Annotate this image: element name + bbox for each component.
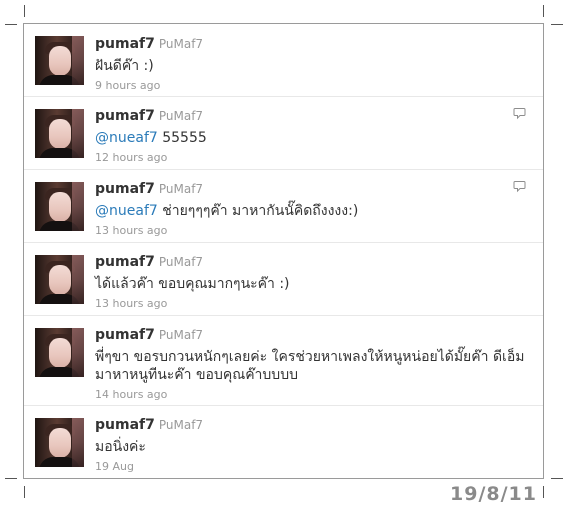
tweet-text-body: ช่ายๆๆๆค๊า มาหากันนั๊คิดถึงงงง:) <box>157 203 359 219</box>
full-name: PuMaf7 <box>158 37 204 51</box>
tweet-text: ได้แล้วค๊า ขอบคุณมากๆนะค๊า :) <box>95 275 531 293</box>
crop-mark <box>551 24 563 25</box>
timestamp-link[interactable]: 19 Aug <box>95 460 531 473</box>
mention-link[interactable]: @nueaf7 <box>95 130 158 146</box>
timestamp-link[interactable]: 12 hours ago <box>95 151 531 164</box>
crop-mark <box>24 5 25 17</box>
tweet-text-body: พี่ๆขา ขอรบกวนหนักๆเลยค่ะ ใครช่วยหาเพลงใ… <box>95 349 525 383</box>
avatar[interactable] <box>35 36 84 85</box>
crop-mark <box>543 486 544 498</box>
full-name: PuMaf7 <box>158 328 204 342</box>
timestamp-link[interactable]: 13 hours ago <box>95 224 531 237</box>
tweet-text: @nueaf7 55555 <box>95 129 531 147</box>
screen-name-link[interactable]: pumaf7 <box>95 36 155 52</box>
tweet-text-body: มอนิ่งค่ะ <box>95 439 146 455</box>
crop-mark <box>5 478 17 479</box>
date-stamp: 19/8/11 <box>450 483 537 505</box>
full-name: PuMaf7 <box>158 418 204 432</box>
tweet-text-body: ฝันดีค๊า :) <box>95 58 154 74</box>
tweet-item[interactable]: pumaf7 PuMaf7 @nueaf7 55555 12 hours ago <box>24 96 543 170</box>
avatar[interactable] <box>35 328 84 377</box>
tweet-text: พี่ๆขา ขอรบกวนหนักๆเลยค่ะ ใครช่วยหาเพลงใ… <box>95 348 531 384</box>
crop-mark <box>551 478 563 479</box>
tweet-header: pumaf7 PuMaf7 <box>95 417 531 434</box>
tweet-item[interactable]: pumaf7 PuMaf7 ได้แล้วค๊า ขอบคุณมากๆนะค๊า … <box>24 242 543 316</box>
tweet-header: pumaf7 PuMaf7 <box>95 108 531 125</box>
tweet-item[interactable]: pumaf7 PuMaf7 @nueaf7 ช่ายๆๆๆค๊า มาหากันน… <box>24 169 543 243</box>
full-name: PuMaf7 <box>158 182 204 196</box>
tweet-header: pumaf7 PuMaf7 <box>95 36 531 53</box>
avatar[interactable] <box>35 109 84 158</box>
screen-name-link[interactable]: pumaf7 <box>95 108 155 124</box>
tweet-text: ฝันดีค๊า :) <box>95 57 531 75</box>
tweet-header: pumaf7 PuMaf7 <box>95 327 531 344</box>
tweet-text: มอนิ่งค่ะ <box>95 438 531 456</box>
mention-link[interactable]: @nueaf7 <box>95 203 158 219</box>
crop-mark <box>543 5 544 17</box>
screenshot-stage: pumaf7 PuMaf7 ฝันดีค๊า :) 9 hours ago pum… <box>0 0 569 505</box>
tweet-text-body: ได้แล้วค๊า ขอบคุณมากๆนะค๊า :) <box>95 276 290 292</box>
crop-mark <box>5 24 17 25</box>
reply-icon[interactable] <box>513 180 526 193</box>
timeline-panel: pumaf7 PuMaf7 ฝันดีค๊า :) 9 hours ago pum… <box>23 23 544 479</box>
tweet-header: pumaf7 PuMaf7 <box>95 254 531 271</box>
tweet-text: @nueaf7 ช่ายๆๆๆค๊า มาหากันนั๊คิดถึงงงง:) <box>95 202 531 220</box>
tweet-text-body: 55555 <box>157 130 207 146</box>
avatar[interactable] <box>35 255 84 304</box>
timestamp-link[interactable]: 13 hours ago <box>95 297 531 310</box>
full-name: PuMaf7 <box>158 255 204 269</box>
tweet-item[interactable]: pumaf7 PuMaf7 ฝันดีค๊า :) 9 hours ago <box>24 24 543 97</box>
timestamp-link[interactable]: 9 hours ago <box>95 79 531 92</box>
tweet-header: pumaf7 PuMaf7 <box>95 181 531 198</box>
screen-name-link[interactable]: pumaf7 <box>95 181 155 197</box>
screen-name-link[interactable]: pumaf7 <box>95 417 155 433</box>
crop-mark <box>24 486 25 498</box>
tweet-item[interactable]: pumaf7 PuMaf7 มอนิ่งค่ะ 19 Aug <box>24 405 543 478</box>
avatar[interactable] <box>35 418 84 467</box>
avatar[interactable] <box>35 182 84 231</box>
timestamp-link[interactable]: 14 hours ago <box>95 388 531 401</box>
screen-name-link[interactable]: pumaf7 <box>95 254 155 270</box>
reply-icon[interactable] <box>513 107 526 120</box>
tweet-item[interactable]: pumaf7 PuMaf7 พี่ๆขา ขอรบกวนหนักๆเลยค่ะ ใ… <box>24 315 543 406</box>
full-name: PuMaf7 <box>158 109 204 123</box>
screen-name-link[interactable]: pumaf7 <box>95 327 155 343</box>
